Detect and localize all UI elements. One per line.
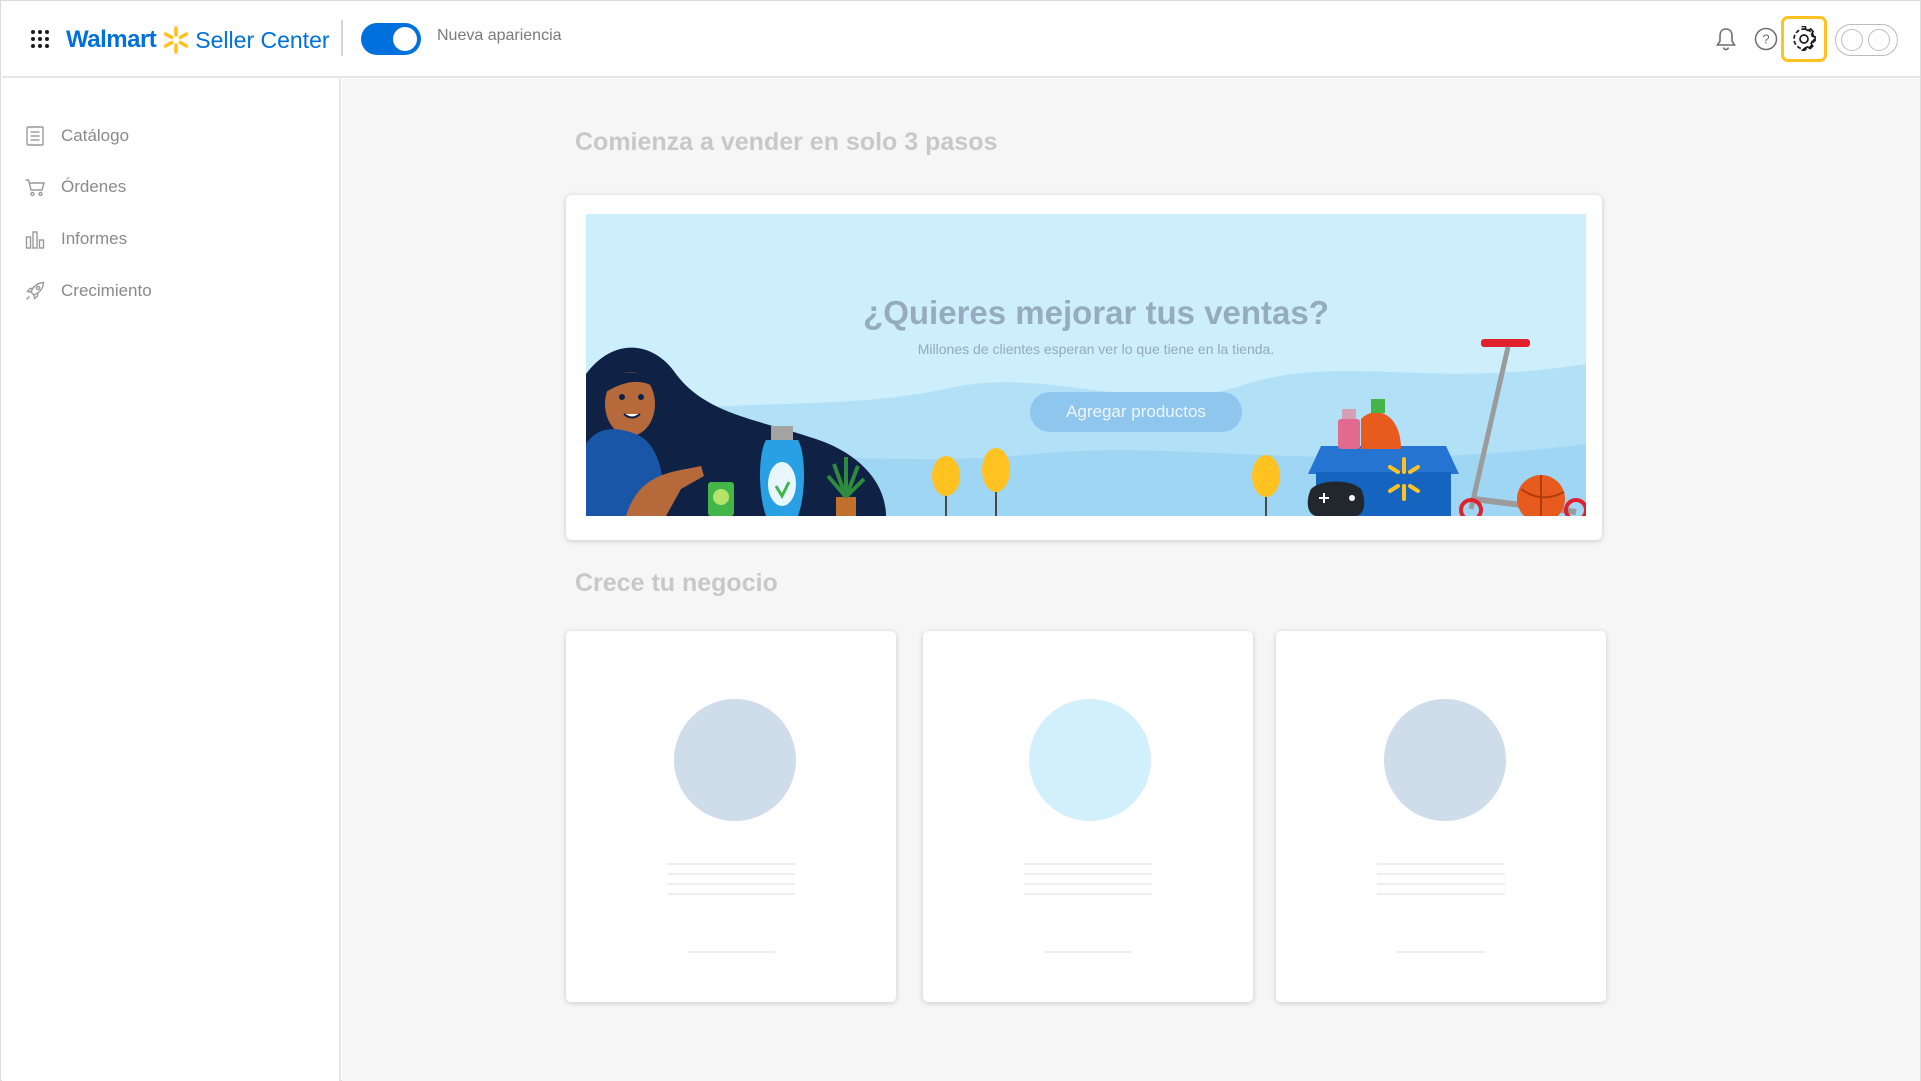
placeholder-line bbox=[667, 893, 795, 895]
placeholder-line bbox=[1024, 863, 1152, 865]
section-title-steps: Comienza a vender en solo 3 pasos bbox=[575, 128, 998, 156]
help-icon[interactable]: ? bbox=[1751, 24, 1781, 54]
placeholder-line bbox=[1377, 893, 1505, 895]
placeholder-image bbox=[674, 699, 796, 821]
logo-product-text: Seller Center bbox=[195, 26, 330, 53]
sidebar-item-label: Órdenes bbox=[61, 177, 127, 196]
placeholder-card bbox=[566, 631, 896, 1002]
section-title-grow: Crece tu negocio bbox=[575, 569, 778, 597]
banner-illustration bbox=[586, 339, 1586, 516]
placeholder-line bbox=[1024, 883, 1152, 885]
sidebar-item-label: Informes bbox=[61, 229, 128, 248]
banner-subtitle: Millones de clientes esperan ver lo que … bbox=[917, 341, 1275, 357]
svg-text:?: ? bbox=[1762, 32, 1769, 47]
sidebar-item-crecimiento[interactable]: Crecimiento bbox=[24, 276, 152, 306]
rocket-icon bbox=[26, 281, 45, 300]
new-look-toggle[interactable] bbox=[361, 23, 421, 55]
placeholder-line bbox=[687, 951, 775, 953]
sidebar-item-label: Catálogo bbox=[61, 126, 130, 145]
bell-icon[interactable] bbox=[1711, 24, 1741, 54]
apps-grid-icon[interactable] bbox=[29, 28, 51, 50]
placeholder-image bbox=[1384, 699, 1506, 821]
placeholder-line bbox=[1377, 873, 1505, 875]
placeholder-line bbox=[1397, 951, 1485, 953]
placeholder-line bbox=[667, 883, 795, 885]
placeholder-line bbox=[667, 873, 795, 875]
promo-banner-card: ¿Quieres mejorar tus ventas? Millones de… bbox=[566, 195, 1602, 540]
placeholder-line bbox=[1024, 893, 1152, 895]
placeholder-line bbox=[1377, 883, 1505, 885]
add-products-button[interactable]: Agregar productos bbox=[1030, 392, 1242, 432]
walmart-seller-center-logo[interactable]: Walmart Seller Center bbox=[66, 20, 330, 60]
placeholder-card bbox=[1276, 631, 1606, 1002]
top-header: Walmart Seller Center Nueva apariencia ? bbox=[2, 2, 1920, 78]
placeholder-line bbox=[1377, 863, 1505, 865]
sidebar-item-catalogo[interactable]: Catálogo bbox=[24, 121, 129, 151]
spark-icon bbox=[164, 26, 189, 54]
placeholder-card bbox=[923, 631, 1253, 1002]
sidebar-item-ordenes[interactable]: Órdenes bbox=[24, 172, 126, 202]
sidebar: Catálogo Órdenes Informes Crecimiento bbox=[2, 79, 341, 1081]
new-look-toggle-label: Nueva apariencia bbox=[437, 27, 562, 44]
placeholder-image bbox=[1029, 699, 1151, 821]
cart-icon bbox=[25, 179, 45, 197]
placeholder-line bbox=[667, 863, 795, 865]
placeholder-line bbox=[1024, 873, 1152, 875]
sidebar-item-label: Crecimiento bbox=[61, 281, 152, 300]
banner-title: ¿Quieres mejorar tus ventas? bbox=[863, 294, 1329, 331]
placeholder-line bbox=[1044, 951, 1132, 953]
gear-icon[interactable] bbox=[1781, 16, 1827, 62]
sidebar-item-informes[interactable]: Informes bbox=[24, 224, 127, 254]
promo-banner: ¿Quieres mejorar tus ventas? Millones de… bbox=[586, 214, 1586, 516]
logo-brand-text: Walmart bbox=[66, 26, 157, 53]
app-window: Walmart Seller Center Nueva apariencia ?… bbox=[0, 0, 1921, 1081]
bar-chart-icon bbox=[25, 231, 45, 249]
catalog-icon bbox=[26, 126, 44, 146]
avatar-toggle-icon[interactable] bbox=[1835, 24, 1898, 56]
header-divider bbox=[341, 20, 343, 56]
